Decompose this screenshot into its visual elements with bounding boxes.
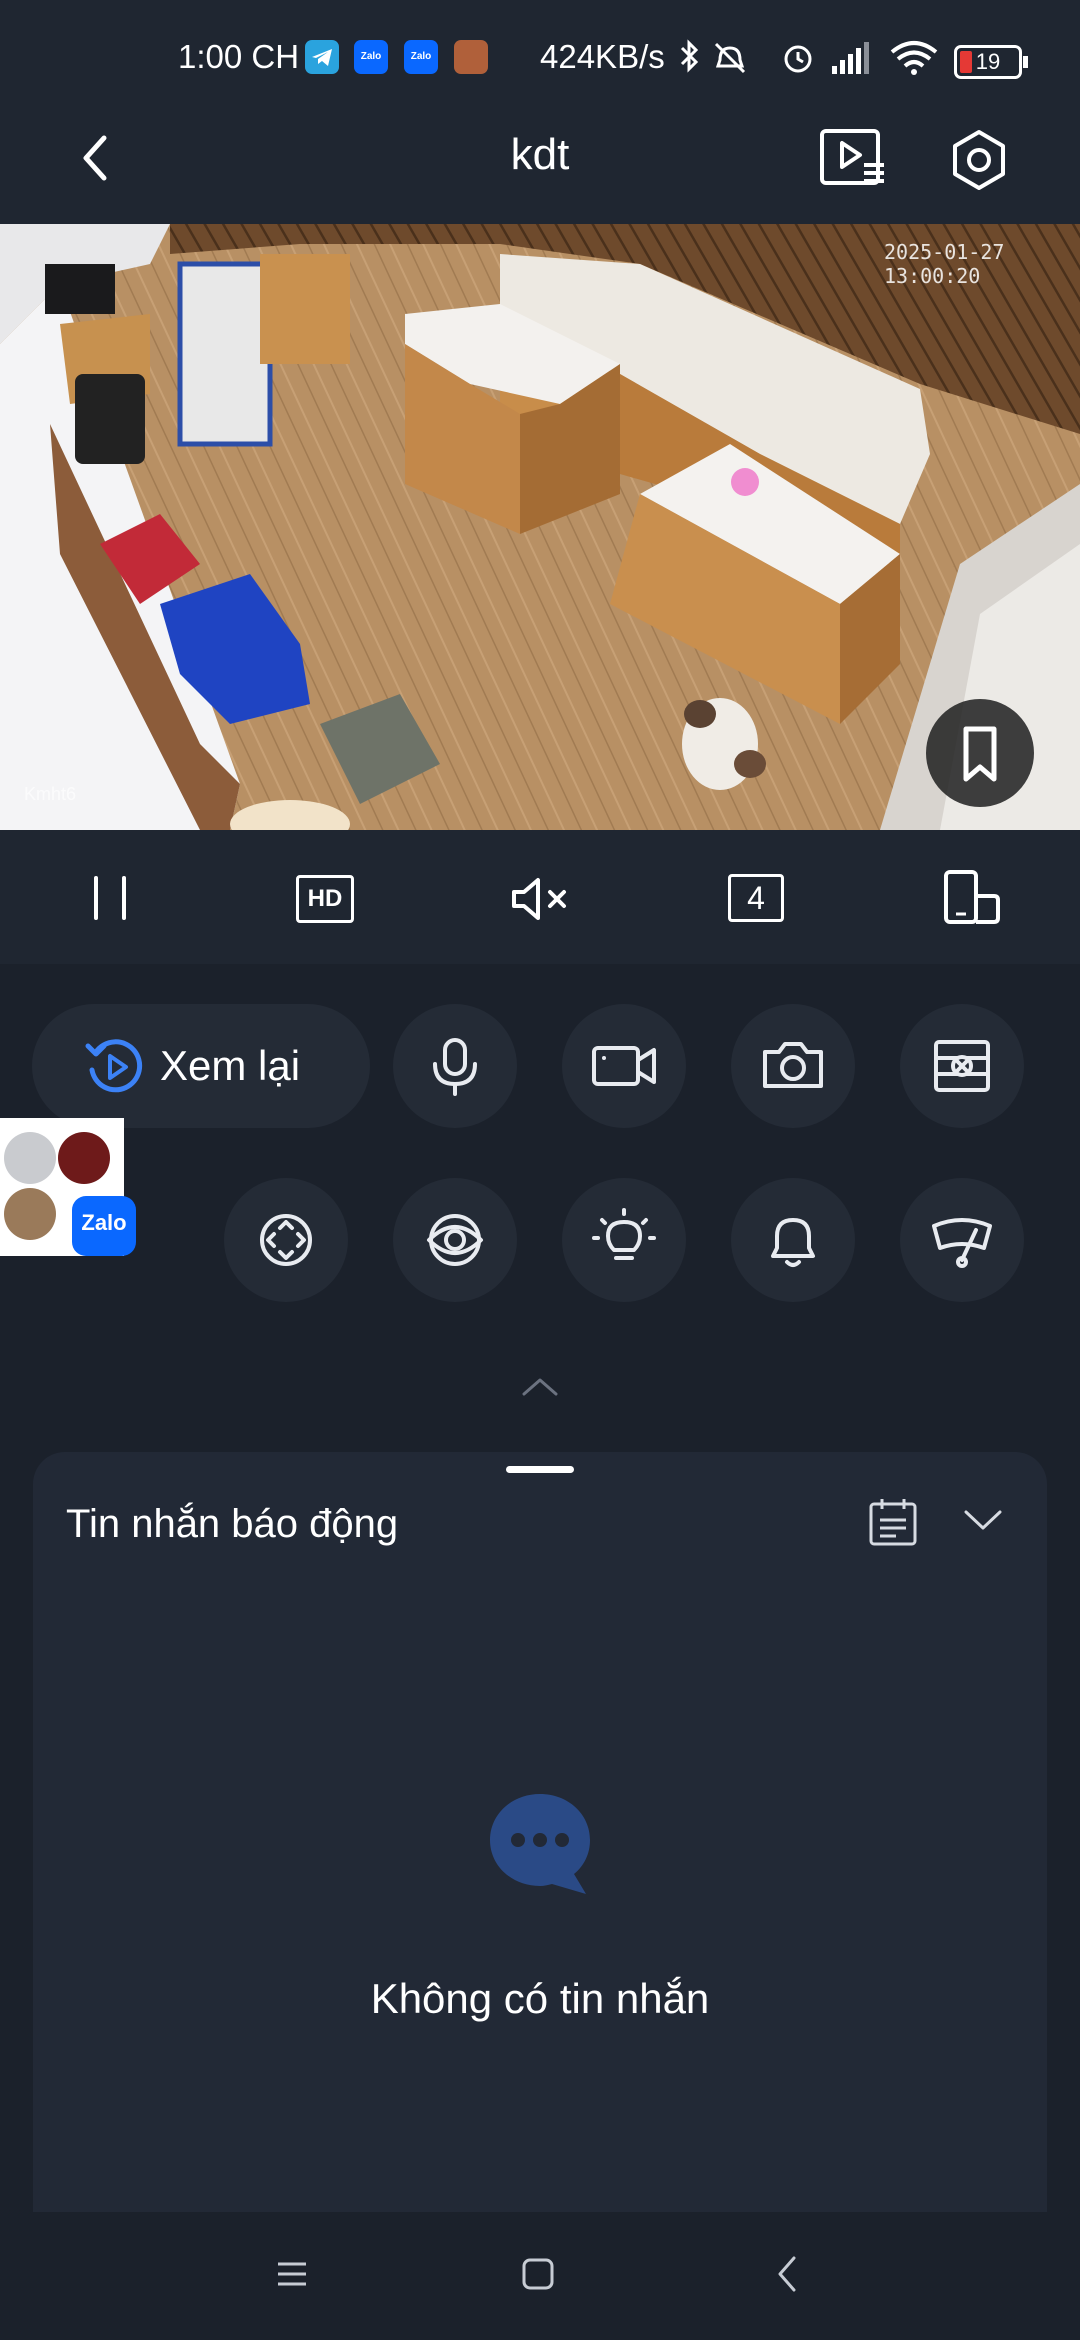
snapshot-icon <box>763 1042 823 1088</box>
camera-timestamp: 2025-01-27 13:00:20 <box>884 240 1005 288</box>
wiper-button[interactable] <box>900 1178 1024 1302</box>
battery-level: 19 <box>975 49 1001 74</box>
bookmark-icon <box>963 726 997 782</box>
zalo-icon: Zalo <box>404 40 438 74</box>
empty-state-text: Không có tin nhắn <box>370 1975 710 2022</box>
privacy-eye-button[interactable] <box>393 1178 517 1302</box>
status-icons <box>680 39 938 75</box>
zalo-icon: Zalo <box>354 40 388 74</box>
replay-icon <box>85 1039 143 1093</box>
telegram-icon <box>305 40 339 74</box>
camera-watermark: Kmht6 <box>24 784 77 804</box>
chevron-up-icon[interactable] <box>520 1374 560 1398</box>
empty-message-icon <box>490 1794 590 1894</box>
nav-back-icon[interactable] <box>772 2254 802 2294</box>
microphone-icon <box>433 1038 477 1096</box>
game-icon <box>454 40 488 74</box>
privacy-eye-icon <box>427 1214 483 1266</box>
snapshot-button[interactable] <box>731 1004 855 1128</box>
playback-list-icon[interactable] <box>818 127 888 189</box>
ptz-icon <box>260 1214 312 1266</box>
split-screen-button[interactable]: 4 <box>728 874 784 922</box>
light-icon <box>592 1208 656 1260</box>
avatar <box>4 1188 56 1240</box>
recent-apps-icon[interactable] <box>274 2256 310 2292</box>
record-video-icon <box>592 1046 656 1086</box>
zalo-icon: Zalo <box>72 1196 136 1256</box>
light-button[interactable] <box>562 1178 686 1302</box>
settings-icon[interactable] <box>948 128 1010 192</box>
calendar-icon[interactable] <box>866 1496 920 1550</box>
alarm-bell-button[interactable] <box>731 1178 855 1302</box>
fisheye-button[interactable] <box>900 1004 1024 1128</box>
chevron-down-icon[interactable] <box>962 1506 1004 1536</box>
hd-label: HD <box>307 885 343 912</box>
ptz-button[interactable] <box>224 1178 348 1302</box>
hd-button[interactable]: HD <box>296 875 354 923</box>
microphone-button[interactable] <box>393 1004 517 1128</box>
split-count: 4 <box>747 880 765 916</box>
battery-icon: 19 <box>954 45 1028 79</box>
drag-handle[interactable] <box>506 1466 574 1473</box>
avatar <box>58 1132 110 1184</box>
rotate-screen-icon[interactable] <box>940 868 1002 928</box>
replay-label: Xem lại <box>160 1042 301 1089</box>
fisheye-icon <box>934 1040 990 1092</box>
home-icon[interactable] <box>520 2256 556 2292</box>
alarm-bell-icon <box>771 1218 815 1267</box>
camera-live-view[interactable]: 2025-01-27 13:00:20 Kmht6 <box>0 224 1080 830</box>
bookmark-button[interactable] <box>926 699 1034 807</box>
record-video-button[interactable] <box>562 1004 686 1128</box>
mute-icon[interactable] <box>508 874 572 924</box>
chat-head-bubble[interactable]: Zalo <box>0 1118 136 1256</box>
wiper-icon <box>932 1218 992 1268</box>
network-speed: 424KB/s <box>540 38 665 75</box>
pause-icon[interactable] <box>88 872 132 924</box>
status-time: 1:00 CH <box>178 38 300 75</box>
page-title: kdt <box>510 130 570 179</box>
panel-title: Tin nhắn báo động <box>66 1502 399 1546</box>
avatar <box>4 1132 56 1184</box>
